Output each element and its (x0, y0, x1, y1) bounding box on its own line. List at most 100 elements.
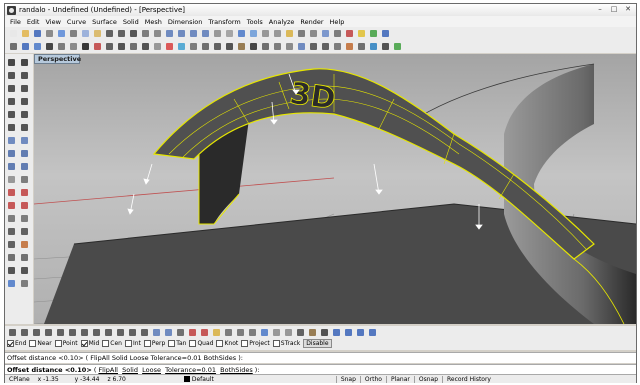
menu-curve[interactable]: Curve (64, 18, 89, 26)
dimension-icon[interactable] (19, 174, 30, 185)
join-obj-icon[interactable] (6, 239, 17, 250)
history-icon[interactable] (151, 327, 162, 338)
transform-icon[interactable] (92, 41, 103, 52)
select-icon[interactable] (56, 41, 67, 52)
properties-icon[interactable] (308, 28, 319, 39)
light-icon[interactable] (356, 28, 367, 39)
zebra-icon[interactable] (380, 41, 391, 52)
record-history-toggle[interactable]: Record History (442, 375, 495, 383)
curvature-icon[interactable] (392, 41, 403, 52)
grid-icon[interactable] (320, 28, 331, 39)
render-view-icon[interactable] (6, 278, 17, 289)
fillet-icon[interactable] (260, 41, 271, 52)
point-icon[interactable] (19, 57, 30, 68)
zoom-selected-icon[interactable] (188, 28, 199, 39)
material-icon[interactable] (344, 28, 355, 39)
undo-view-icon[interactable] (200, 28, 211, 39)
wireframe-icon[interactable] (224, 28, 235, 39)
mesh-tools-icon[interactable] (140, 41, 151, 52)
menu-tools[interactable]: Tools (244, 18, 266, 26)
surface-tools-icon[interactable] (116, 41, 127, 52)
render-tools-icon[interactable] (152, 41, 163, 52)
mesh-icon[interactable] (6, 174, 17, 185)
zoom-extents-icon[interactable] (176, 28, 187, 39)
four-views-icon[interactable] (212, 28, 223, 39)
cylinder-icon[interactable] (6, 161, 17, 172)
option-solid[interactable]: Solid (122, 366, 138, 374)
import-icon[interactable] (56, 28, 67, 39)
options-icon[interactable] (19, 278, 30, 289)
revolve-icon[interactable] (212, 41, 223, 52)
osnap-near-icon[interactable] (19, 327, 30, 338)
option-bothsides[interactable]: BothSides (220, 366, 253, 374)
osnap-perp-icon[interactable] (79, 327, 90, 338)
curve-tools-icon[interactable] (104, 41, 115, 52)
planar-toggle[interactable]: Planar (385, 375, 414, 383)
text-icon[interactable] (6, 122, 17, 133)
osnap-near[interactable]: Near (29, 340, 52, 347)
pen-icon[interactable] (319, 327, 330, 338)
polyline-icon[interactable] (19, 70, 30, 81)
xray-icon[interactable] (283, 327, 294, 338)
viewport-title[interactable]: Perspective (34, 54, 81, 64)
lock-icon[interactable] (284, 28, 295, 39)
ortho-toggle[interactable]: Ortho (359, 375, 386, 383)
split-icon[interactable] (320, 41, 331, 52)
view-icon[interactable] (32, 41, 43, 52)
new-in-v5-icon[interactable] (176, 41, 187, 52)
trim-icon[interactable] (308, 41, 319, 52)
layers-icon[interactable] (163, 327, 174, 338)
cplane-front-icon[interactable] (355, 327, 366, 338)
option-flipall[interactable]: FlipAll (98, 366, 118, 374)
lock-osnap-icon[interactable] (211, 327, 222, 338)
osnap-int[interactable]: Int (124, 340, 141, 347)
rotate-icon[interactable] (6, 200, 17, 211)
redo-icon[interactable] (116, 28, 127, 39)
osnap-checkbox[interactable] (54, 340, 62, 347)
scale-icon[interactable] (19, 200, 30, 211)
render-icon[interactable] (368, 28, 379, 39)
group-icon[interactable] (6, 252, 17, 263)
osnap-cen[interactable]: Cen (102, 340, 122, 347)
osnap-checkbox[interactable] (272, 340, 280, 347)
plane-srf-icon[interactable] (6, 135, 17, 146)
loft-icon[interactable] (188, 41, 199, 52)
zoom-window-icon[interactable] (164, 28, 175, 39)
command-prompt[interactable]: Offset distance <0.10> ( FlipAll Solid L… (5, 364, 636, 375)
rectangle-icon[interactable] (6, 109, 17, 120)
ellipse-icon[interactable] (19, 96, 30, 107)
explode-obj-icon[interactable] (19, 239, 30, 250)
osnap-checkbox[interactable] (241, 340, 249, 347)
viewport-layout-icon[interactable] (68, 41, 79, 52)
sweep-icon[interactable] (200, 41, 211, 52)
blend-icon[interactable] (248, 41, 259, 52)
boolean-icon[interactable] (296, 41, 307, 52)
osnap-checkbox[interactable] (216, 340, 224, 347)
artistic-icon[interactable] (307, 327, 318, 338)
osnap-checkbox[interactable] (29, 340, 37, 347)
osnap-quad[interactable]: Quad (189, 340, 213, 347)
cplane-top-icon[interactable] (343, 327, 354, 338)
layer-icon[interactable] (296, 28, 307, 39)
menu-help[interactable]: Help (327, 18, 348, 26)
points-off-icon[interactable] (19, 265, 30, 276)
record-icon[interactable] (199, 327, 210, 338)
osnap-project-icon[interactable] (127, 327, 138, 338)
shade-icon[interactable] (259, 327, 270, 338)
viewport-canvas[interactable]: 3D (34, 54, 636, 324)
analyze-icon[interactable] (368, 41, 379, 52)
osnap-toggle[interactable]: Osnap (413, 375, 442, 383)
menu-render[interactable]: Render (297, 18, 326, 26)
select-arrow-icon[interactable] (6, 57, 17, 68)
osnap-checkbox[interactable] (102, 340, 110, 347)
osnap-knot[interactable]: Knot (216, 340, 238, 347)
arc-icon[interactable] (6, 96, 17, 107)
osnap-checkbox[interactable] (143, 340, 151, 347)
osnap-knot-icon[interactable] (115, 327, 126, 338)
ungroup-icon[interactable] (19, 252, 30, 263)
menu-analyze[interactable]: Analyze (266, 18, 298, 26)
osnap-end-icon[interactable] (7, 327, 18, 338)
option-tolerance[interactable]: Tolerance=0.01 (165, 366, 216, 374)
menu-file[interactable]: File (7, 18, 24, 26)
drafting-icon[interactable] (164, 41, 175, 52)
